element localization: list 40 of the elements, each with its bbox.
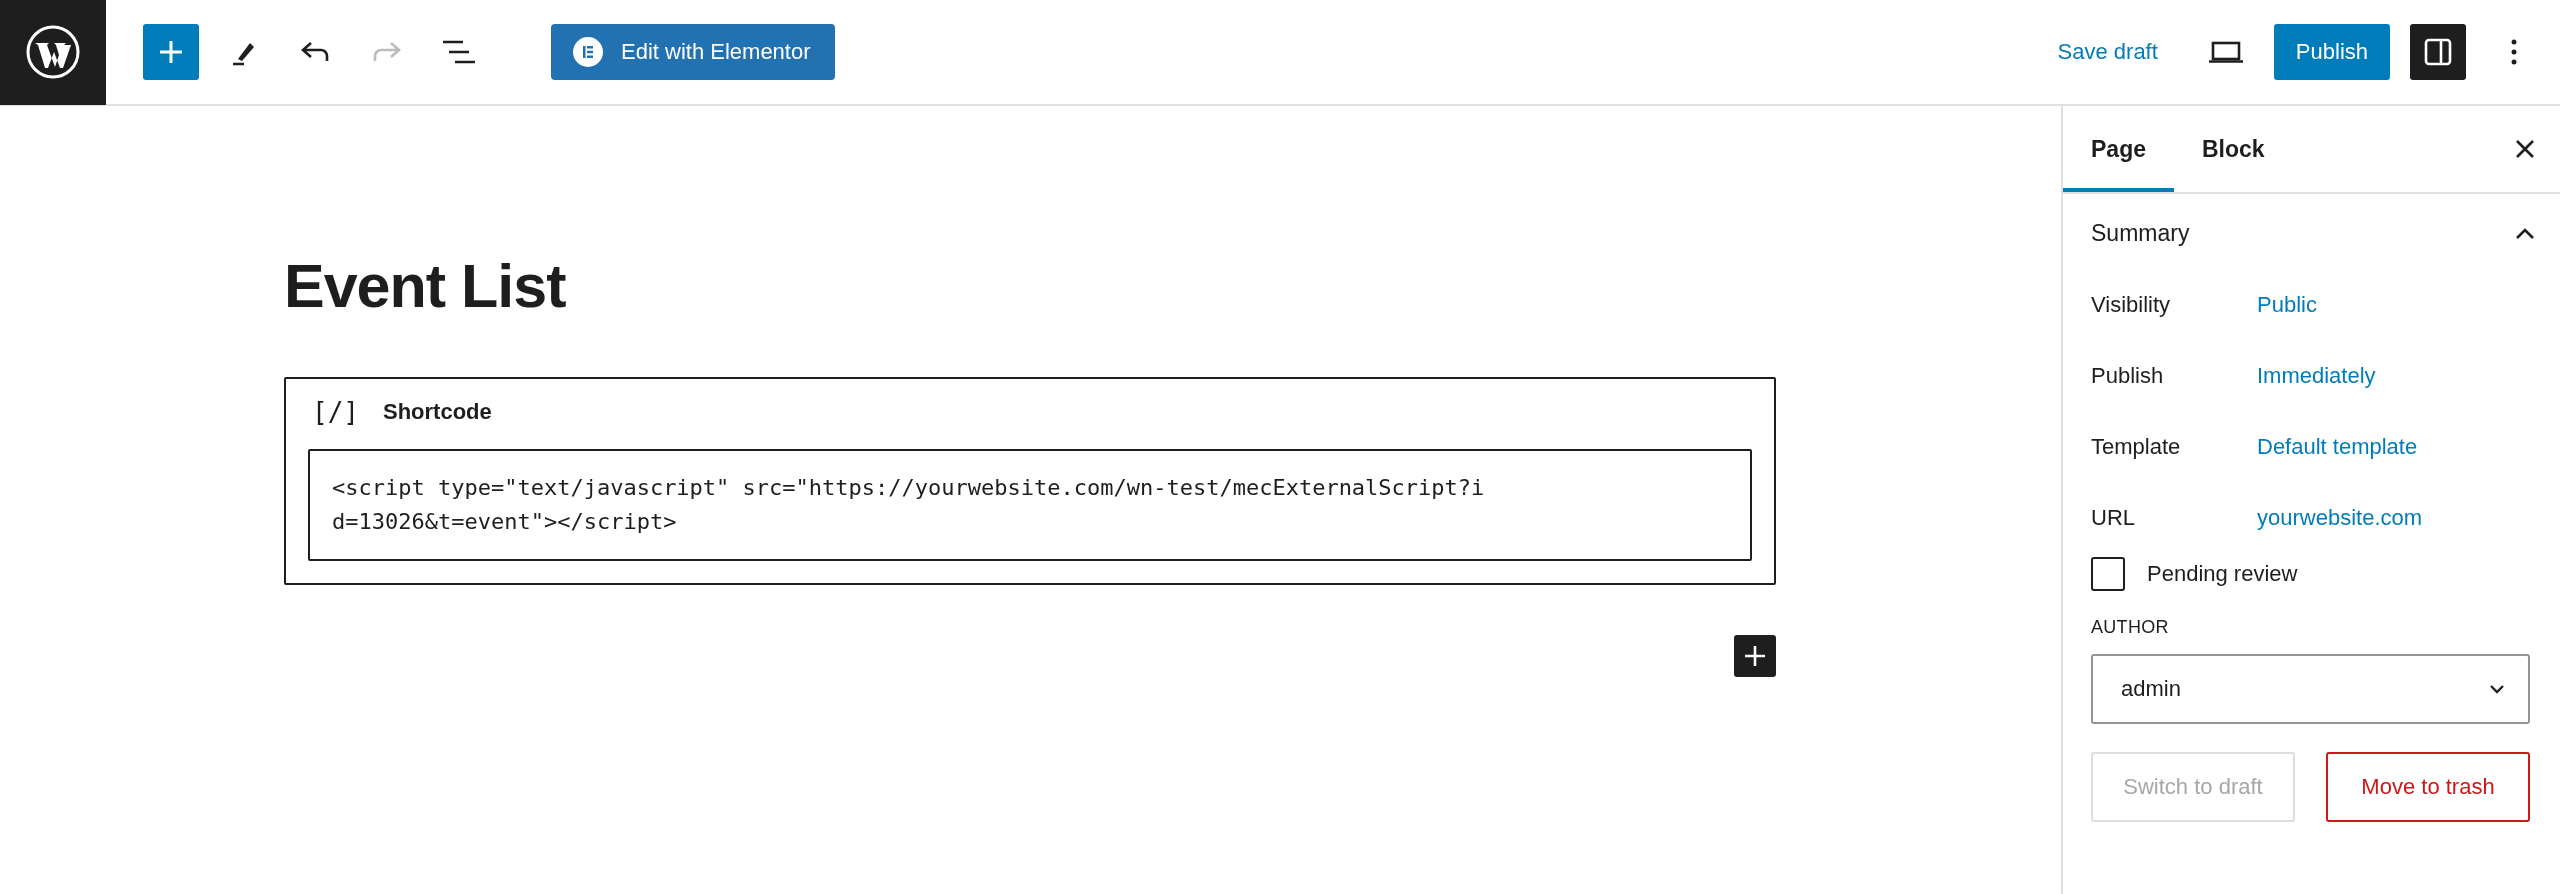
wordpress-logo-icon [25, 24, 81, 80]
sidebar-tab[interactable]: Block [2174, 106, 2293, 192]
panel-title: Summary [2091, 220, 2190, 247]
move-to-trash-button[interactable]: Move to trash [2326, 752, 2530, 822]
redo-icon [371, 40, 403, 64]
author-select[interactable]: admin [2091, 654, 2530, 724]
sidebar-icon [2423, 37, 2453, 67]
elementor-icon [573, 37, 603, 67]
plus-icon [157, 38, 185, 66]
edit-with-elementor-button[interactable]: Edit with Elementor [551, 24, 835, 80]
field-label: URL [2091, 504, 2136, 532]
author-label: AUTHOR [2090, 617, 2170, 638]
more-vertical-icon [2510, 37, 2518, 67]
field-value-link[interactable]: Public [2257, 287, 2317, 322]
pending-review-checkbox[interactable] [2091, 557, 2125, 591]
field-value-link[interactable]: yourwebsite.com [2257, 500, 2423, 535]
save-draft-button[interactable]: Save draft [2037, 39, 2178, 65]
publish-button[interactable]: Publish [2273, 24, 2390, 80]
checkbox-label: Pending review [2147, 561, 2298, 587]
close-icon [2514, 138, 2536, 160]
field-label: Publish [2091, 362, 2165, 390]
settings-panel-toggle[interactable] [2410, 24, 2466, 80]
undo-icon [299, 40, 331, 64]
chevron-down-icon [2488, 683, 2506, 695]
list-view-icon [442, 39, 476, 65]
field-label: Template [2091, 433, 2182, 461]
laptop-icon [2207, 40, 2244, 64]
block-label: Shortcode [382, 399, 492, 425]
shortcode-block[interactable]: [/] Shortcode <script type="text/javascript" src="https://yourwebsite.com/wn-test/mecExternalScript?id=13026&t=event"></script> [284, 377, 1776, 585]
sidebar-tab[interactable]: Page [2063, 106, 2174, 192]
add-block-button[interactable] [1734, 635, 1776, 677]
shortcode-input[interactable]: <script type="text/javascript" src="https://yourwebsite.com/wn-test/mecExternalScript?id=13026&t=event"></script> [308, 449, 1752, 561]
field-value-link[interactable]: Default template [2257, 429, 2418, 464]
shortcode-icon: [/] [312, 397, 359, 427]
plus-icon [1744, 645, 1766, 667]
chevron-icon [2514, 226, 2536, 241]
page-title[interactable]: Event List [284, 251, 2061, 321]
wordpress-logo[interactable] [0, 0, 106, 105]
field-value-link[interactable]: Immediately [2257, 358, 2376, 393]
field-label: Visibility [2091, 291, 2172, 319]
